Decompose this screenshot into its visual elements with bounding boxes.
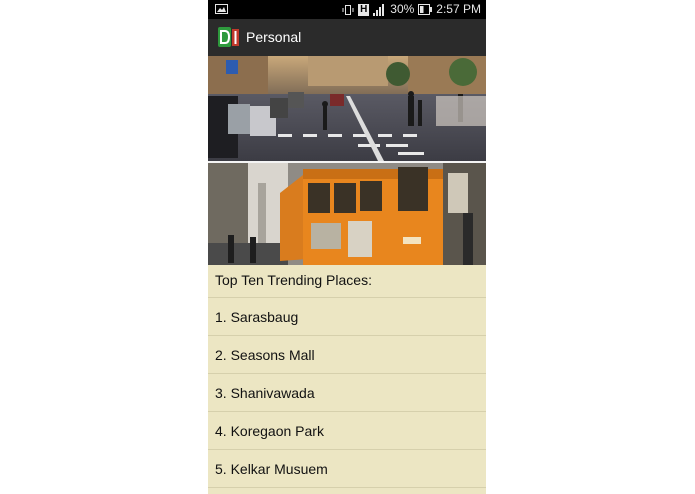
list-item-seasons-mall[interactable]: 2. Seasons Mall <box>208 336 486 374</box>
battery-icon <box>418 4 433 15</box>
list-item-sarasbaug[interactable]: 1. Sarasbaug <box>208 298 486 336</box>
list-item-shanivawada[interactable]: 3. Shanivawada <box>208 374 486 412</box>
status-time: 2:57 PM <box>436 2 481 16</box>
battery-percent: 30% <box>390 2 415 16</box>
phone-screen: H 30% 2:57 PM Personal Top Ten Trending … <box>208 0 486 494</box>
vibrate-icon <box>342 4 354 15</box>
list-item-koregaon-park[interactable]: 4. Koregaon Park <box>208 412 486 450</box>
street-crossing-photo <box>208 56 486 161</box>
app-logo-icon[interactable] <box>217 26 241 48</box>
status-bar: H 30% 2:57 PM <box>208 0 486 19</box>
status-icons: H 30% 2:57 PM <box>342 2 481 17</box>
image-notification-icon <box>215 4 228 14</box>
trending-places-list: Top Ten Trending Places: 1. Sarasbaug 2.… <box>208 265 486 494</box>
signal-icon <box>373 3 385 16</box>
network-type-icon: H <box>358 3 370 16</box>
list-header: Top Ten Trending Places: <box>208 265 486 298</box>
action-bar-title: Personal <box>246 29 302 45</box>
list-item-kelkar-musuem[interactable]: 5. Kelkar Musuem <box>208 450 486 488</box>
action-bar: Personal <box>208 19 486 56</box>
orange-tram-photo <box>208 163 486 265</box>
